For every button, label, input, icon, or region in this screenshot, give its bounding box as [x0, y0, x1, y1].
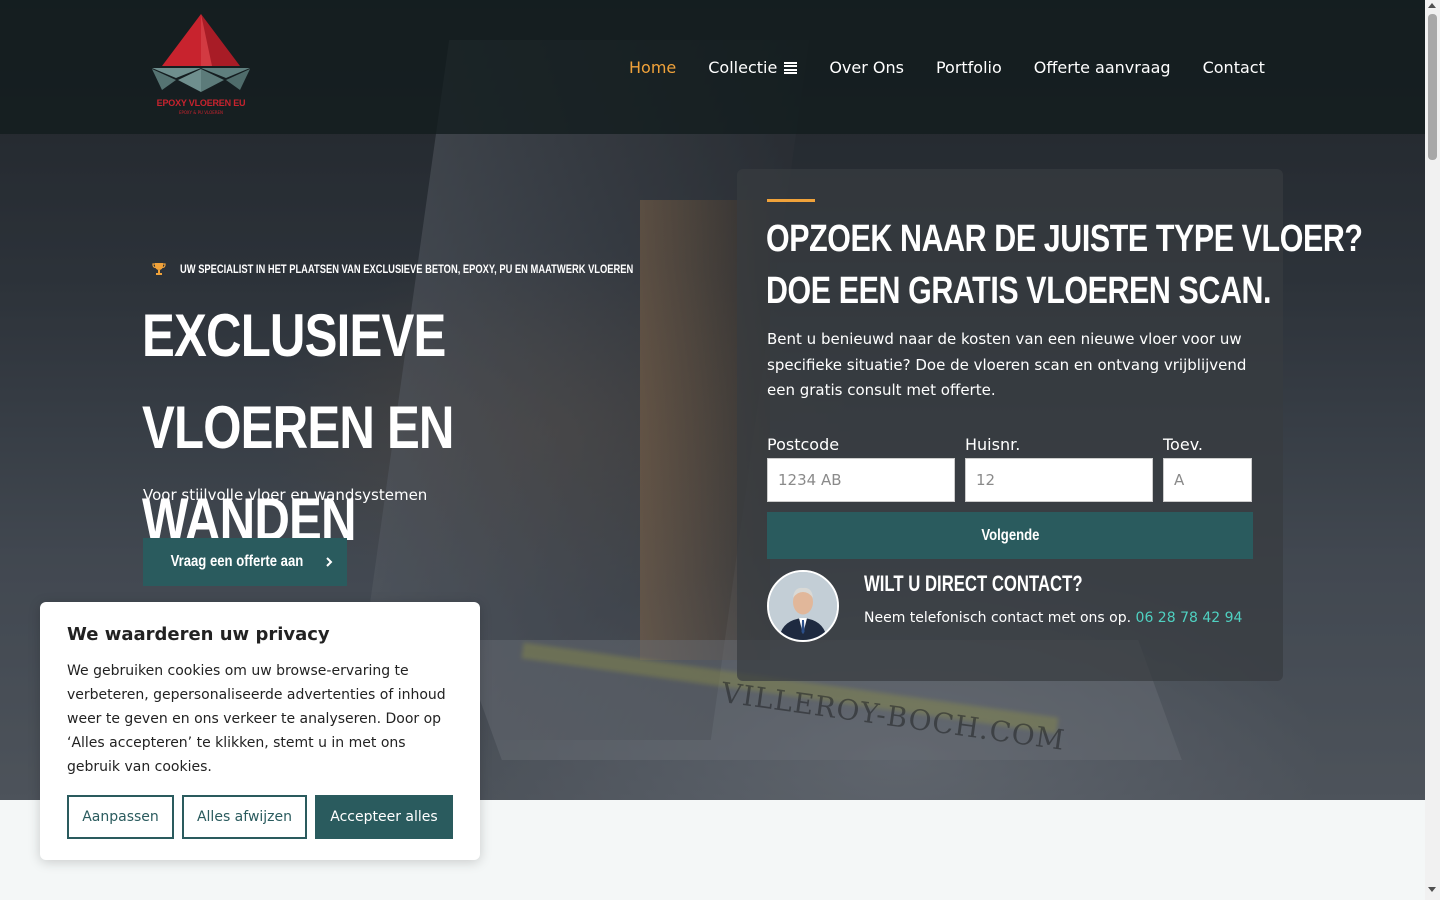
- contact-title: Wilt u direct contact?: [864, 571, 1083, 596]
- hero-subtitle: Voor stijlvolle vloer en wandsystemen: [143, 486, 428, 504]
- main-nav: Home Collectie Over Ons Portfolio Offert…: [629, 56, 1265, 78]
- scroll-down-icon[interactable]: [1428, 887, 1436, 892]
- scan-card-title-line1: Opzoek naar de juiste type vloer?: [766, 218, 1363, 260]
- menu-icon: [784, 61, 798, 74]
- chevron-right-icon: [326, 557, 333, 567]
- hero-title: Exclusieve vloeren en wanden: [142, 302, 454, 553]
- nav-portfolio[interactable]: Portfolio: [936, 56, 1002, 78]
- contact-text-label: Neem telefonisch contact met ons op.: [864, 610, 1132, 626]
- next-button[interactable]: Volgende: [767, 512, 1253, 559]
- cookie-reject-button[interactable]: Alles afwijzen: [182, 795, 307, 839]
- logo-subtext: EPOXY & PU VLOEREN: [178, 110, 224, 115]
- phone-link[interactable]: 06 28 78 42 94: [1136, 610, 1243, 626]
- trophy-icon: [152, 263, 166, 275]
- request-quote-button[interactable]: Vraag een offerte aan: [143, 538, 347, 586]
- scroll-up-icon[interactable]: [1428, 3, 1436, 8]
- cookie-banner: We waarderen uw privacy We gebruiken coo…: [40, 602, 480, 860]
- huisnr-label: Huisnr.: [965, 435, 1021, 454]
- hero-badge: Uw specialist in het plaatsen van exclus…: [152, 262, 761, 276]
- nav-contact[interactable]: Contact: [1203, 56, 1265, 78]
- scan-card-title-line2: Doe een gratis vloeren scan.: [766, 270, 1272, 312]
- scrollbar-thumb[interactable]: [1428, 14, 1437, 160]
- person-icon: [769, 572, 837, 640]
- hero-badge-text: Uw specialist in het plaatsen van exclus…: [180, 262, 634, 276]
- toev-input[interactable]: [1163, 458, 1252, 502]
- postcode-label: Postcode: [767, 435, 840, 454]
- contact-avatar: [767, 570, 839, 642]
- contact-text: Neem telefonisch contact met ons op. 06 …: [864, 610, 1242, 626]
- huisnr-input[interactable]: [965, 458, 1153, 502]
- header: EPOXY VLOEREN EU EPOXY & PU VLOEREN Home…: [0, 0, 1425, 134]
- logo-icon: [152, 14, 250, 92]
- cookie-accept-button[interactable]: Accepteer alles: [315, 795, 453, 839]
- cookie-text: We gebruiken cookies om uw browse-ervari…: [67, 663, 446, 775]
- logo-text: EPOXY VLOEREN EU: [156, 98, 246, 108]
- floor-scan-card: Opzoek naar de juiste type vloer? Doe ee…: [737, 169, 1363, 681]
- nav-home[interactable]: Home: [629, 56, 676, 78]
- request-quote-label: Vraag een offerte aan: [170, 553, 304, 570]
- nav-offerte-aanvraag[interactable]: Offerte aanvraag: [1034, 56, 1171, 78]
- nav-over-ons[interactable]: Over Ons: [829, 56, 904, 78]
- title-accent-line: [767, 199, 815, 202]
- cookie-customize-button[interactable]: Aanpassen: [67, 795, 174, 839]
- scan-card-description: Bent u benieuwd naar de kosten van een n…: [767, 330, 1247, 399]
- nav-collectie-label: Collectie: [708, 57, 778, 77]
- next-button-label: Volgende: [980, 526, 1040, 544]
- postcode-input[interactable]: [767, 458, 955, 502]
- page-scrollbar[interactable]: [1425, 0, 1440, 900]
- brand-logo[interactable]: EPOXY VLOEREN EU EPOXY & PU VLOEREN: [152, 12, 250, 120]
- nav-collectie[interactable]: Collectie: [708, 56, 798, 78]
- cookie-title: We waarderen uw privacy: [67, 624, 330, 645]
- scan-card-title: Opzoek naar de juiste type vloer? Doe ee…: [766, 213, 1363, 317]
- toev-label: Toev.: [1163, 435, 1203, 454]
